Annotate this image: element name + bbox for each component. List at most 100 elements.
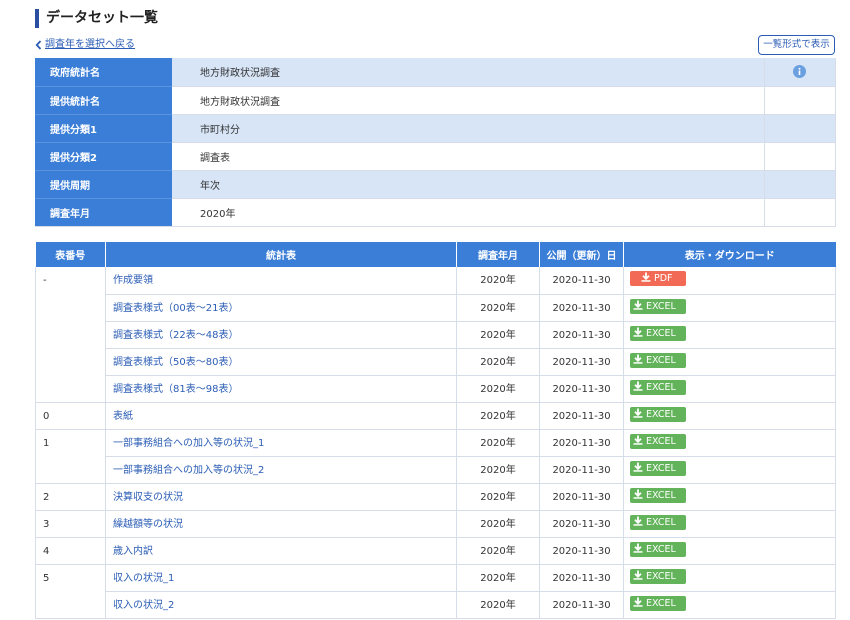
info-value: 地方財政状況調査 <box>172 86 764 115</box>
download-cell: PDF <box>623 267 836 295</box>
info-label: 提供周期 <box>35 170 172 199</box>
info-row: 政府統計名 地方財政状況調査 <box>35 58 836 87</box>
published-date-cell: 2020-11-30 <box>539 510 624 538</box>
table-row: 調査表様式（50表～80表） 2020年 2020-11-30 EXCEL <box>35 348 836 376</box>
published-date-cell: 2020-11-30 <box>539 429 624 457</box>
table-number-cell: 3 <box>35 510 106 538</box>
statistics-table-link[interactable]: 決算収支の状況 <box>105 483 457 511</box>
survey-year-cell: 2020年 <box>456 537 540 565</box>
excel-download-button[interactable]: EXCEL <box>630 568 686 584</box>
excel-download-button[interactable]: EXCEL <box>630 487 686 503</box>
survey-year-cell: 2020年 <box>456 456 540 484</box>
download-type-label: EXCEL <box>646 570 676 582</box>
header-survey-year[interactable]: 調査年月 <box>456 242 540 267</box>
header-table-number[interactable]: 表番号 <box>35 242 106 267</box>
header-view-download: 表示・ダウンロード <box>623 242 836 267</box>
info-row: 提供周期 年次 <box>35 170 836 199</box>
statistics-table-link[interactable]: 作成要領 <box>105 267 457 295</box>
statistics-table-link[interactable]: 一部事務組合への加入等の状況_2 <box>105 456 457 484</box>
statistics-table-link[interactable]: 収入の状況_2 <box>105 591 457 619</box>
back-to-year-select-link[interactable]: 調査年を選択へ戻る <box>35 39 135 51</box>
excel-download-button[interactable]: EXCEL <box>630 460 686 476</box>
download-type-label: EXCEL <box>646 408 676 420</box>
table-number-cell <box>35 456 106 484</box>
download-type-label: PDF <box>654 273 673 284</box>
survey-year-cell: 2020年 <box>456 375 540 403</box>
excel-download-button[interactable]: EXCEL <box>630 379 686 395</box>
table-row: 調査表様式（00表～21表） 2020年 2020-11-30 EXCEL <box>35 294 836 322</box>
table-number-cell: 1 <box>35 429 106 456</box>
statistics-table-link[interactable]: 調査表様式（50表～80表） <box>105 348 457 376</box>
survey-year-cell: 2020年 <box>456 402 540 430</box>
excel-download-button[interactable]: EXCEL <box>630 406 686 422</box>
survey-year-cell: 2020年 <box>456 294 540 322</box>
excel-download-button[interactable]: EXCEL <box>630 298 686 314</box>
info-extra-cell <box>763 58 836 87</box>
download-icon <box>633 381 643 391</box>
excel-download-button[interactable]: EXCEL <box>630 433 686 449</box>
table-number-cell <box>35 375 106 403</box>
info-label: 調査年月 <box>35 198 172 227</box>
published-date-cell: 2020-11-30 <box>539 294 624 322</box>
download-type-label: EXCEL <box>646 543 676 555</box>
download-icon <box>633 354 643 364</box>
table-row: 2 決算収支の状況 2020年 2020-11-30 EXCEL <box>35 483 836 511</box>
table-number-cell <box>35 294 106 321</box>
download-cell: EXCEL <box>623 564 836 592</box>
table-row: 4 歳入内訳 2020年 2020-11-30 EXCEL <box>35 537 836 565</box>
download-type-label: EXCEL <box>646 300 676 312</box>
statistics-table-link[interactable]: 調査表様式（81表～98表） <box>105 375 457 403</box>
table-row: 収入の状況_2 2020年 2020-11-30 EXCEL <box>35 591 836 619</box>
back-link-label: 調査年を選択へ戻る <box>45 39 135 50</box>
download-icon <box>633 597 643 607</box>
download-type-label: EXCEL <box>646 462 676 474</box>
statistics-table-link[interactable]: 調査表様式（22表～48表） <box>105 321 457 349</box>
published-date-cell: 2020-11-30 <box>539 348 624 376</box>
statistics-table-link[interactable]: 一部事務組合への加入等の状況_1 <box>105 429 457 457</box>
list-view-button[interactable]: 一覧形式で表示 <box>758 35 835 55</box>
header-statistics-table[interactable]: 統計表 <box>105 242 457 267</box>
table-number-cell: 0 <box>35 402 106 430</box>
download-type-label: EXCEL <box>646 327 676 339</box>
statistics-table-link[interactable]: 表紙 <box>105 402 457 430</box>
info-circle-icon[interactable] <box>793 65 806 79</box>
excel-download-button[interactable]: EXCEL <box>630 352 686 368</box>
excel-download-button[interactable]: EXCEL <box>630 325 686 341</box>
excel-download-button[interactable]: EXCEL <box>630 514 686 530</box>
published-date-cell: 2020-11-30 <box>539 537 624 565</box>
table-number-cell <box>35 348 106 375</box>
statistics-table-link[interactable]: 収入の状況_1 <box>105 564 457 592</box>
download-cell: EXCEL <box>623 348 836 376</box>
download-icon <box>633 300 643 310</box>
excel-download-button[interactable]: EXCEL <box>630 595 686 611</box>
survey-year-cell: 2020年 <box>456 321 540 349</box>
statistics-table-link[interactable]: 繰越額等の状況 <box>105 510 457 538</box>
excel-download-button[interactable]: EXCEL <box>630 541 686 557</box>
download-cell: EXCEL <box>623 591 836 619</box>
download-type-label: EXCEL <box>646 516 676 528</box>
download-cell: EXCEL <box>623 456 836 484</box>
info-value: 地方財政状況調査 <box>172 58 764 87</box>
table-row: 調査表様式（81表～98表） 2020年 2020-11-30 EXCEL <box>35 375 836 403</box>
download-type-label: EXCEL <box>646 489 676 501</box>
table-number-cell <box>35 591 106 619</box>
header-published-date[interactable]: 公開（更新）日 <box>539 242 624 267</box>
statistics-table-link[interactable]: 調査表様式（00表～21表） <box>105 294 457 322</box>
download-icon <box>633 462 643 472</box>
pdf-download-button[interactable]: PDF <box>630 271 686 286</box>
table-number-cell: 4 <box>35 537 106 565</box>
survey-year-cell: 2020年 <box>456 267 540 295</box>
table-row: 5 収入の状況_1 2020年 2020-11-30 EXCEL <box>35 564 836 592</box>
download-cell: EXCEL <box>623 429 836 457</box>
info-value: 年次 <box>172 170 764 199</box>
info-label: 提供分類2 <box>35 142 172 171</box>
survey-year-cell: 2020年 <box>456 348 540 376</box>
table-number-cell <box>35 321 106 348</box>
statistics-table-link[interactable]: 歳入内訳 <box>105 537 457 565</box>
download-cell: EXCEL <box>623 537 836 565</box>
download-icon <box>633 327 643 337</box>
info-row: 提供分類1 市町村分 <box>35 114 836 143</box>
published-date-cell: 2020-11-30 <box>539 483 624 511</box>
download-type-label: EXCEL <box>646 597 676 609</box>
survey-year-cell: 2020年 <box>456 564 540 592</box>
